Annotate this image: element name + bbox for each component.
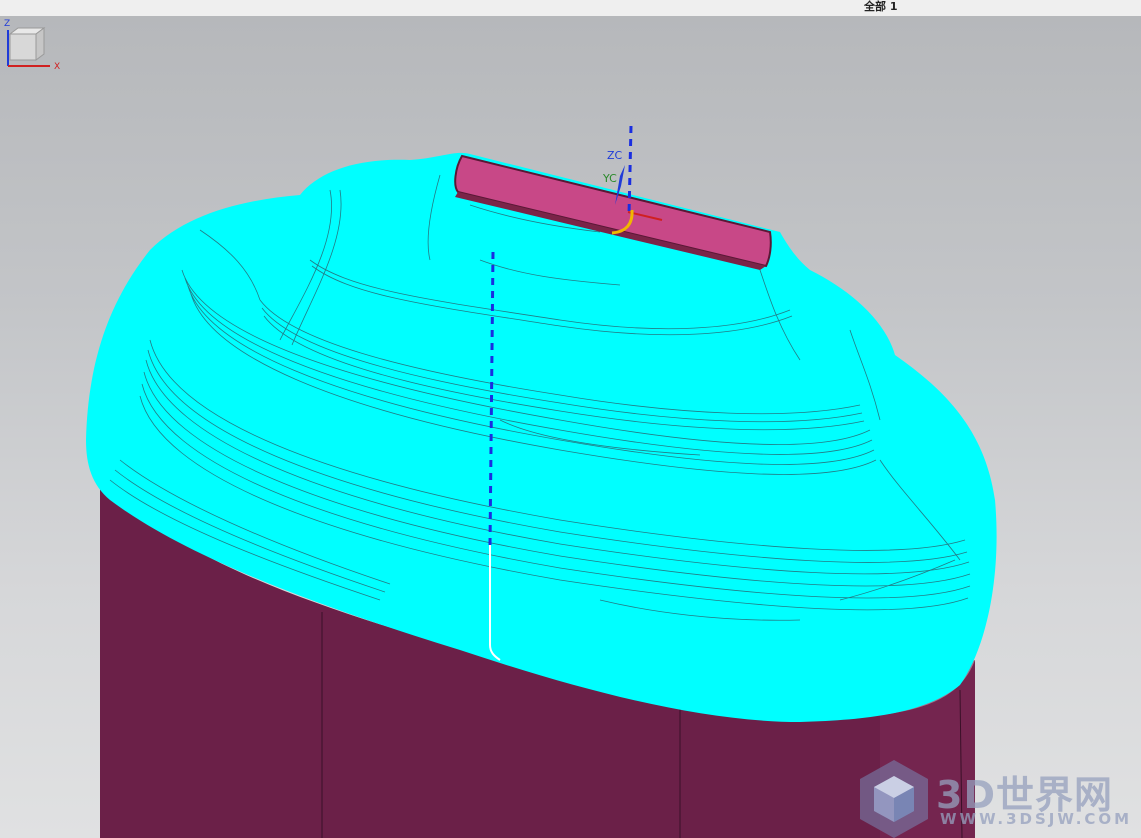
graphics-viewport[interactable]: ZC YC Z X 3D世界网 WWW.3DSJW.COM: [0, 16, 1141, 838]
triad-x-label: X: [54, 62, 60, 70]
selection-filter[interactable]: 全部 1: [864, 0, 897, 14]
view-triad-icon[interactable]: Z X: [0, 16, 70, 70]
model-canvas: ZC YC: [86, 125, 997, 838]
wcs-y-label: YC: [602, 172, 617, 185]
triad-z-label: Z: [4, 19, 10, 29]
wcs-z-label: ZC: [607, 149, 623, 162]
top-toolbar: 全部 1: [0, 0, 1141, 17]
watermark-url: WWW.3DSJW.COM: [940, 810, 1133, 828]
watermark-logo-icon: [860, 760, 928, 838]
watermark: 3D世界网 WWW.3DSJW.COM: [856, 758, 1129, 838]
